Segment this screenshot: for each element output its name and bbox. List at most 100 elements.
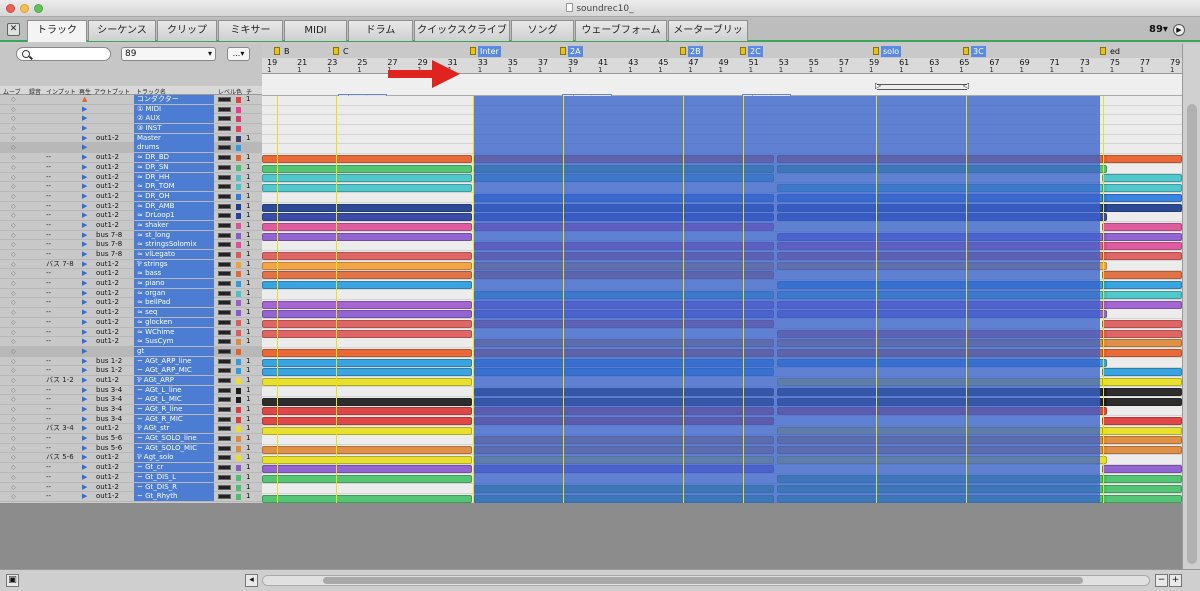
track-row[interactable]: ◇ -- ▶ out1-2 ≈ WChime 1 [0, 327, 262, 338]
track-channel[interactable]: 1 [246, 192, 256, 201]
track-channel[interactable]: 1 [246, 308, 256, 317]
track-color-swatch[interactable] [236, 164, 241, 171]
track-channel[interactable]: 1 [246, 134, 256, 143]
track-color-swatch[interactable] [236, 232, 241, 239]
audio-clip[interactable] [1102, 193, 1182, 202]
track-output[interactable]: out1-2 [96, 483, 119, 492]
audio-clip[interactable] [262, 426, 472, 435]
vertical-scroll-thumb[interactable] [1187, 104, 1197, 564]
tab-clip[interactable]: クリップ [157, 20, 217, 41]
track-color-swatch[interactable] [236, 126, 241, 133]
track-name[interactable]: ≈ organ [134, 288, 214, 298]
track-output[interactable]: out1-2 [96, 279, 119, 288]
track-output[interactable]: bus 7-8 [96, 250, 122, 259]
audio-clip[interactable] [1102, 271, 1182, 280]
track-color-swatch[interactable] [236, 252, 241, 258]
track-channel[interactable]: 1 [246, 473, 256, 482]
play-toggle-icon[interactable]: ▶ [82, 347, 90, 356]
mute-toggle-icon[interactable]: ◇ [11, 250, 17, 259]
track-name[interactable]: ≈ DR_SN [134, 162, 214, 172]
track-row[interactable]: ◇ -- ▶ bus 5-6 ~ AGt_SOLO_line 1 [0, 434, 262, 444]
close-tab-icon[interactable]: ✕ [7, 23, 20, 36]
track-channel[interactable] [246, 114, 256, 123]
play-toggle-icon[interactable]: ▶ [82, 182, 90, 191]
track-input[interactable]: -- [46, 328, 51, 337]
track-name[interactable]: ~ AGt_SOLO_line [134, 434, 214, 444]
track-name[interactable]: ⅌ Agt_solo [134, 453, 214, 463]
mute-toggle-icon[interactable]: ◇ [11, 105, 17, 114]
track-output[interactable]: out1-2 [96, 211, 119, 220]
play-toggle-icon[interactable]: ▶ [82, 434, 90, 443]
track-channel[interactable]: 1 [246, 173, 256, 182]
track-name[interactable]: ~ Gt_DIS_R [134, 482, 214, 492]
track-row[interactable]: ◇ ▶ out1-2 Master 1 [0, 133, 262, 144]
play-toggle-icon[interactable]: ▶ [82, 298, 90, 307]
track-output[interactable]: bus 3-4 [96, 405, 122, 414]
play-toggle-icon[interactable]: ▶ [82, 492, 90, 501]
section-marker[interactable]: solo [873, 46, 902, 57]
mute-toggle-icon[interactable]: ◇ [11, 434, 17, 443]
vertical-scrollbar[interactable] [1182, 44, 1200, 571]
track-input[interactable]: -- [46, 483, 51, 492]
audio-clip[interactable] [1102, 426, 1182, 435]
mute-toggle-icon[interactable]: ◇ [11, 173, 17, 182]
tab-track[interactable]: トラック [27, 20, 87, 42]
track-input[interactable]: -- [46, 231, 51, 240]
audio-clip[interactable] [1102, 446, 1182, 454]
mute-toggle-icon[interactable]: ◇ [11, 473, 17, 482]
track-row[interactable]: ◇ -- ▶ out1-2 ~ Gt_DIS_R 1 [0, 482, 262, 493]
play-toggle-icon[interactable]: ▶ [82, 269, 90, 278]
track-channel[interactable]: 1 [246, 405, 256, 414]
mute-toggle-icon[interactable]: ◇ [11, 415, 17, 424]
track-row[interactable]: ◇ -- ▶ out1-2 ~ Gt_cr 1 [0, 463, 262, 473]
mute-toggle-icon[interactable]: ◇ [11, 424, 17, 433]
tab-quickscribe[interactable]: クイックスクライブ [414, 20, 510, 41]
audio-clip[interactable] [1102, 465, 1182, 474]
tab-sequence[interactable]: シーケンス [88, 20, 156, 41]
track-input[interactable]: -- [46, 473, 51, 482]
horizontal-scrollbar[interactable] [262, 575, 1150, 586]
track-channel[interactable]: 1 [246, 279, 256, 288]
audio-clip[interactable] [262, 184, 472, 193]
audio-clip[interactable] [1102, 252, 1182, 260]
mute-toggle-icon[interactable]: ◇ [11, 405, 17, 414]
track-name[interactable]: ③ INST [134, 124, 214, 134]
track-color-swatch[interactable] [236, 174, 241, 181]
audio-clip[interactable] [262, 174, 472, 183]
track-channel[interactable]: 1 [246, 483, 256, 492]
track-name[interactable]: Master [134, 133, 214, 143]
track-output[interactable]: bus 1-2 [96, 366, 122, 375]
mute-toggle-icon[interactable]: ◇ [11, 124, 17, 133]
search-input[interactable] [16, 47, 111, 61]
audio-clip[interactable] [1102, 436, 1182, 445]
mute-toggle-icon[interactable]: ◇ [11, 289, 17, 298]
track-channel[interactable]: 1 [246, 376, 256, 385]
audio-clip[interactable] [262, 271, 472, 280]
track-output[interactable]: out1-2 [96, 202, 119, 211]
track-row[interactable]: ◇ -- ▶ bus 3-4 ~ AGt_R_MIC 1 [0, 414, 262, 425]
zoom-in-icon[interactable]: + [1169, 574, 1182, 587]
section-marker[interactable]: 2C [740, 46, 763, 57]
track-row[interactable]: ◇ ▶ ② AUX [0, 114, 262, 125]
loop-range[interactable]: ▷ ◁ [875, 81, 969, 90]
play-toggle-icon[interactable]: ▶ [82, 308, 90, 317]
mute-toggle-icon[interactable]: ◇ [11, 134, 17, 143]
track-name[interactable]: ② AUX [134, 114, 214, 124]
track-name[interactable]: ~ AGt_L_MIC [134, 395, 214, 405]
track-channel[interactable]: 1 [246, 366, 256, 375]
track-channel[interactable]: 1 [246, 153, 256, 162]
track-row[interactable]: ◇ -- ▶ out1-2 ≈ DR_SN 1 [0, 162, 262, 173]
play-toggle-icon[interactable]: ▶ [82, 192, 90, 201]
track-output[interactable]: out1-2 [96, 173, 119, 182]
play-toggle-icon[interactable]: ▶ [82, 463, 90, 472]
track-name[interactable]: ~ AGt_ARP_line [134, 356, 214, 366]
track-channel[interactable]: 1 [246, 337, 256, 346]
mute-toggle-icon[interactable]: ◇ [11, 453, 17, 462]
track-name[interactable]: ≈ bellPad [134, 298, 214, 308]
track-color-swatch[interactable] [236, 387, 241, 394]
track-channel[interactable]: 1 [246, 95, 256, 104]
track-color-swatch[interactable] [236, 116, 241, 123]
track-row[interactable]: ◇ -- ▶ out1-2 ≈ organ 1 [0, 288, 262, 299]
track-color-swatch[interactable] [236, 281, 241, 288]
track-color-swatch[interactable] [236, 445, 241, 452]
